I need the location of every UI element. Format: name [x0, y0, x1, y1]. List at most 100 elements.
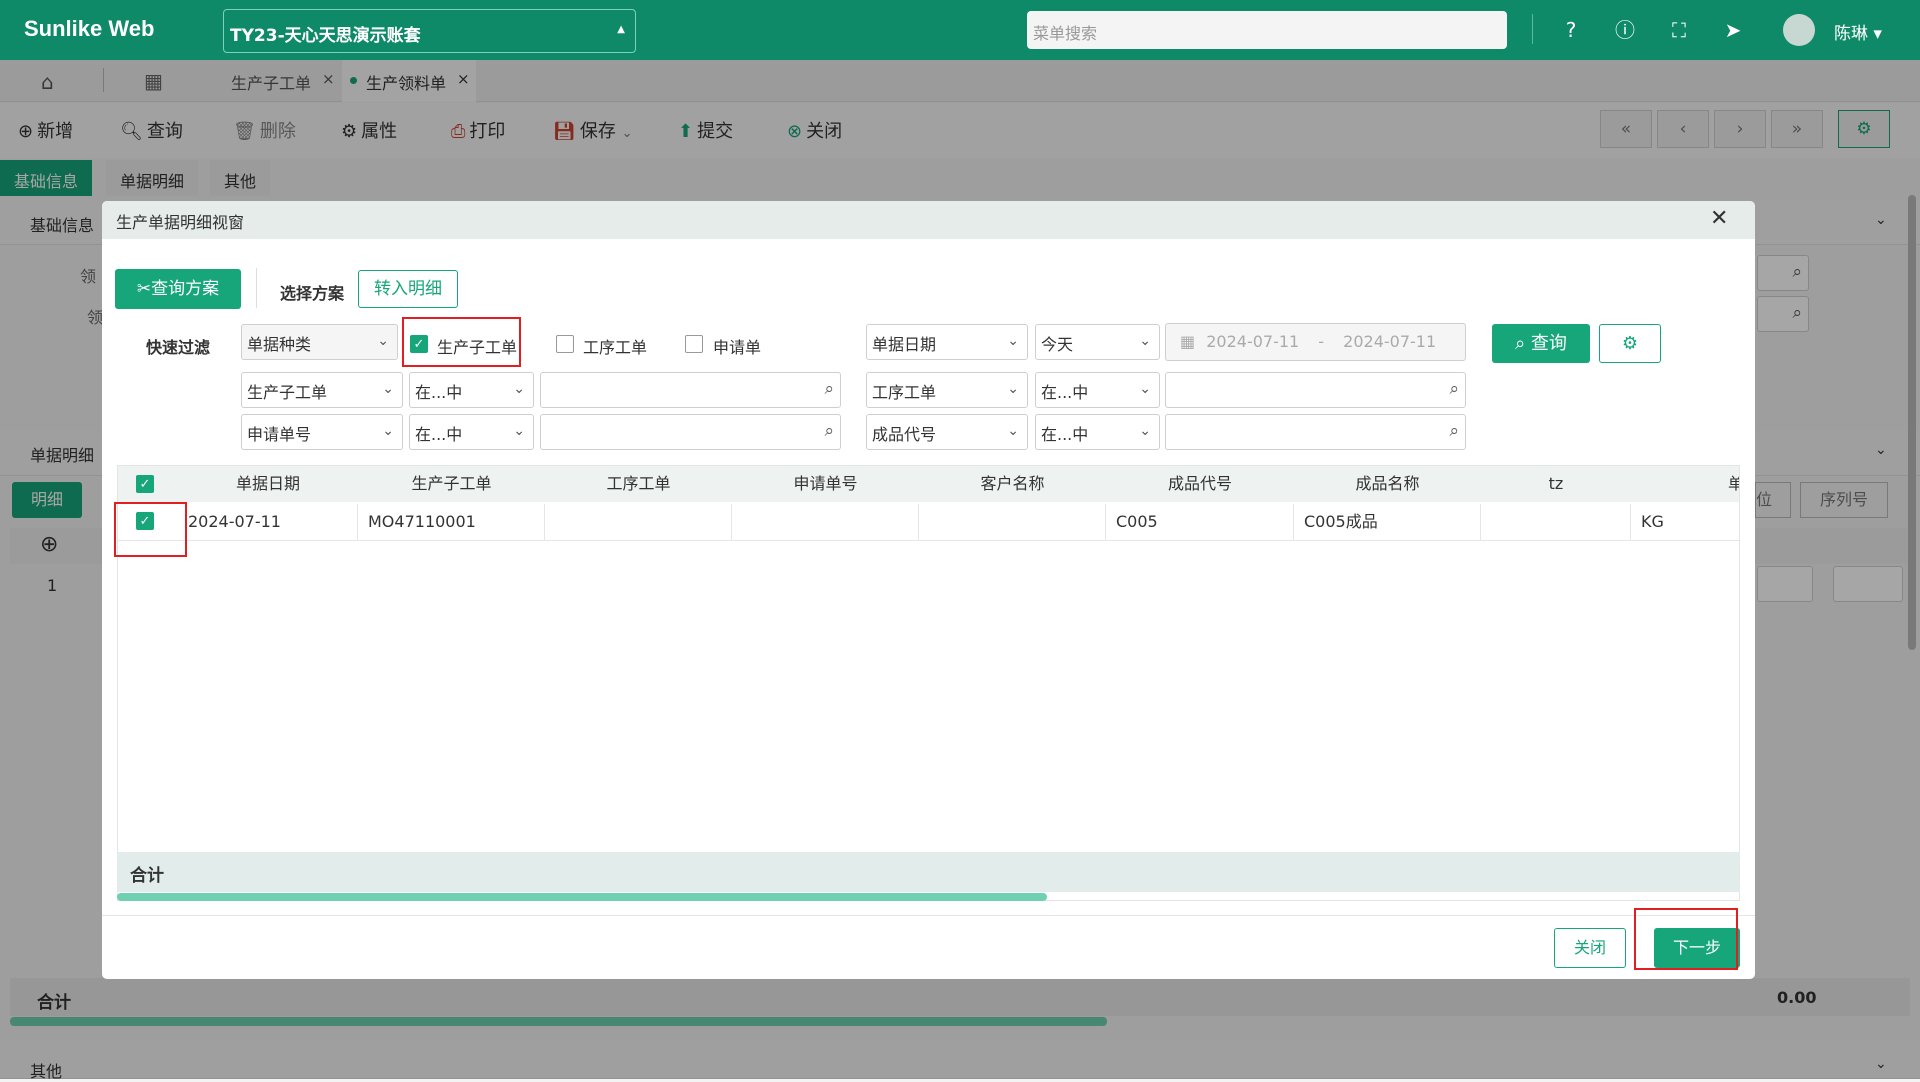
col-customer[interactable]: 客户名称 [919, 466, 1107, 502]
caret-up-icon: ▲ [617, 24, 625, 35]
col-unit[interactable]: 单位 [1631, 466, 1739, 502]
type-label: 生产子工单 [437, 338, 518, 357]
modal-title: 生产单据明细视窗 [116, 213, 245, 232]
account-name: TY23-天心天思演示账套 [230, 26, 421, 46]
cell-doc-date: 2024-07-11 [178, 504, 358, 540]
search-icon: ⌕ [1449, 421, 1459, 441]
avatar[interactable] [1783, 14, 1815, 46]
col-production-suborder[interactable]: 生产子工单 [358, 466, 546, 502]
checkbox-application[interactable] [685, 335, 703, 353]
modal-close-button[interactable]: 关闭 [1554, 928, 1626, 968]
chevron-down-icon: ⌄ [1007, 333, 1019, 349]
chevron-down-icon: ⌄ [513, 381, 525, 397]
col-tz[interactable]: tz [1481, 466, 1632, 502]
search-icon: ⌕ [1515, 333, 1531, 354]
filter-field-value: 工序工单 [872, 383, 937, 402]
date-preset-value: 今天 [1041, 335, 1074, 354]
col-doc-date[interactable]: 单据日期 [178, 466, 359, 502]
checkbox-process-order[interactable] [556, 335, 574, 353]
date-field-value: 单据日期 [872, 335, 937, 354]
highlight-box [1634, 908, 1738, 970]
grid-total-label: 合计 [130, 866, 164, 886]
filter-field-select[interactable]: 成品代号 ⌄ [866, 414, 1028, 450]
send-icon[interactable]: ➤ [1719, 16, 1747, 44]
cell-tz [1481, 504, 1631, 540]
filter-op-value: 在...中 [415, 425, 463, 444]
filter-value-input[interactable]: ⌕ [1165, 372, 1466, 408]
grid-total-row [117, 852, 1740, 892]
chevron-down-icon: ⌄ [1007, 381, 1019, 397]
filter-field-value: 成品代号 [872, 425, 937, 444]
type-label: 工序工单 [583, 338, 648, 357]
date-range-input[interactable]: ▦ 2024-07-11 - 2024-07-11 [1165, 323, 1466, 361]
fullscreen-icon[interactable]: ⛶ [1665, 16, 1693, 44]
cell-product-code: C005 [1106, 504, 1294, 540]
cell-production-suborder: MO47110001 [358, 504, 545, 540]
col-product-name[interactable]: 成品名称 [1294, 466, 1482, 502]
col-process-order[interactable]: 工序工单 [545, 466, 733, 502]
date-from: 2024-07-11 [1206, 332, 1300, 351]
filter-op-value: 在...中 [1041, 383, 1089, 402]
filter-value-input[interactable]: ⌕ [1165, 414, 1466, 450]
search-icon: ⌕ [1449, 379, 1459, 399]
filter-field-select[interactable]: 申请单号 ⌄ [241, 414, 403, 450]
help-icon[interactable]: ? [1557, 16, 1585, 44]
cell-unit: KG [1631, 504, 1739, 540]
col-application-no[interactable]: 申请单号 [732, 466, 920, 502]
user-name[interactable]: 陈琳 ▾ [1834, 19, 1882, 44]
date-to: 2024-07-11 [1343, 332, 1437, 351]
query-plan-button[interactable]: ✂查询方案 [115, 269, 241, 309]
doc-type-value: 单据种类 [247, 335, 312, 354]
divider [1532, 14, 1533, 44]
filter-value-input[interactable]: ⌕ [540, 414, 841, 450]
chevron-down-icon: ⌄ [1139, 333, 1151, 349]
chevron-down-icon: ⌄ [1139, 381, 1151, 397]
filter-field-select[interactable]: 工序工单 ⌄ [866, 372, 1028, 408]
filter-value-input[interactable]: ⌕ [540, 372, 841, 408]
filter-op-select[interactable]: 在...中 ⌄ [409, 414, 534, 450]
brand-logo: Sunlike Web [24, 16, 155, 41]
filter-op-select[interactable]: 在...中 ⌄ [1035, 372, 1160, 408]
divider [256, 268, 257, 308]
divider [102, 915, 1755, 916]
chevron-down-icon: ⌄ [382, 381, 394, 397]
filter-field-value: 生产子工单 [247, 383, 328, 402]
cell-process-order [545, 504, 732, 540]
date-field-select[interactable]: 单据日期 ⌄ [866, 324, 1028, 360]
modal-close-icon[interactable]: ✕ [1710, 206, 1728, 231]
select-all-checkbox[interactable]: ✓ [136, 475, 154, 493]
search-icon: ⌕ [824, 421, 834, 441]
user-name-text: 陈琳 [1834, 24, 1868, 44]
query-button-modal[interactable]: ⌕ 查询 [1492, 324, 1590, 363]
query-button-label: 查询 [1530, 333, 1567, 354]
filter-field-select[interactable]: 生产子工单 ⌄ [241, 372, 403, 408]
cell-application-no [732, 504, 919, 540]
calendar-icon: ▦ [1180, 332, 1196, 351]
date-preset-select[interactable]: 今天 ⌄ [1035, 324, 1160, 360]
filter-settings-button[interactable]: ⚙ [1599, 324, 1661, 363]
doc-type-select[interactable]: 单据种类 ⌄ [241, 324, 398, 360]
grid-horizontal-scrollbar[interactable] [117, 893, 1047, 901]
search-icon: ⌕ [824, 379, 834, 399]
chevron-down-icon: ⌄ [513, 423, 525, 439]
chevron-down-icon: ⌄ [382, 423, 394, 439]
filter-field-value: 申请单号 [247, 425, 312, 444]
filter-op-value: 在...中 [1041, 425, 1089, 444]
result-grid: ✓ 单据日期 生产子工单 工序工单 申请单号 客户名称 成品代号 成品名称 tz… [117, 465, 1740, 901]
quick-filter-label: 快速过滤 [146, 338, 211, 357]
select-plan-label: 选择方案 [280, 284, 345, 303]
filter-op-select[interactable]: 在...中 ⌄ [1035, 414, 1160, 450]
chevron-down-icon: ⌄ [1139, 423, 1151, 439]
filter-op-select[interactable]: 在...中 ⌄ [409, 372, 534, 408]
menu-search-input[interactable]: 菜单搜索 [1027, 11, 1507, 49]
filter-op-value: 在...中 [415, 383, 463, 402]
account-selector[interactable]: TY23-天心天思演示账套 ▲ [223, 9, 636, 53]
info-icon[interactable]: ⓘ [1611, 16, 1639, 44]
cell-product-name: C005成品 [1294, 504, 1481, 540]
checkbox-production-suborder[interactable]: ✓ [410, 335, 428, 353]
col-product-code[interactable]: 成品代号 [1106, 466, 1295, 502]
tools-icon: ✂ [136, 279, 152, 299]
query-plan-label: 查询方案 [151, 279, 220, 299]
type-label: 申请单 [713, 338, 762, 357]
transfer-detail-button[interactable]: 转入明细 [358, 270, 458, 308]
